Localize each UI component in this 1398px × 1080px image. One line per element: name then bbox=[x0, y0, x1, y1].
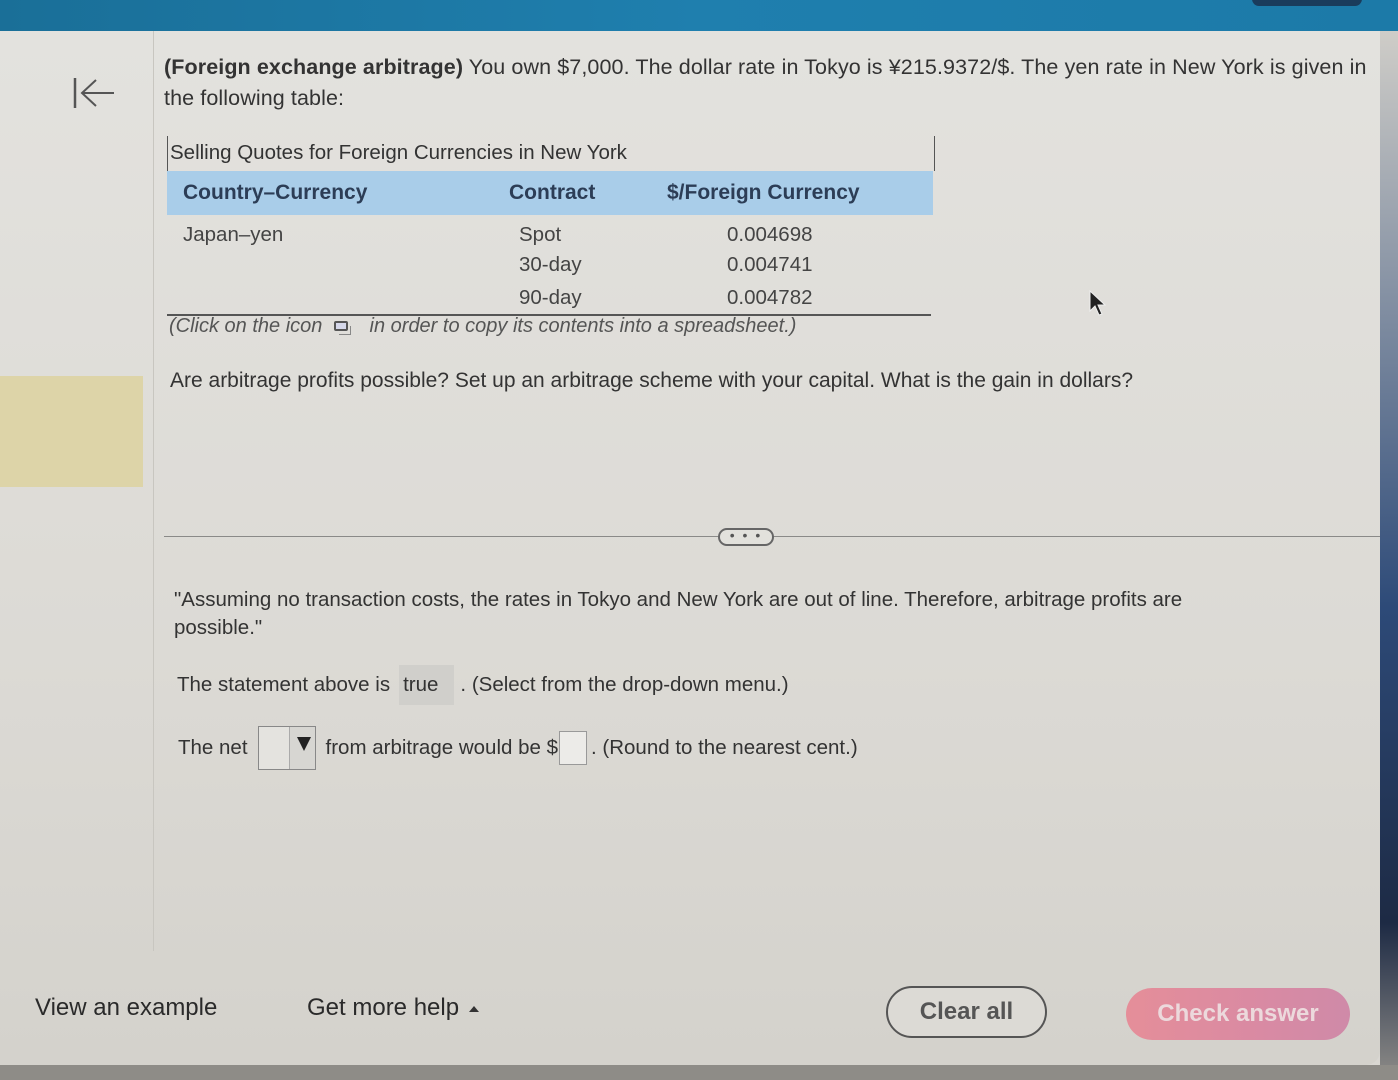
answer-statement-quote: "Assuming no transaction costs, the rate… bbox=[174, 588, 1183, 639]
copy-note-text: in order to copy its contents into a spr… bbox=[369, 315, 797, 337]
true-false-dropdown[interactable]: true bbox=[399, 665, 455, 705]
quotes-table: Selling Quotes for Foreign Currencies in… bbox=[167, 136, 935, 316]
copy-note: (Click on the icon in order to copy its … bbox=[169, 315, 796, 338]
expand-more-button[interactable]: • • • bbox=[718, 528, 774, 546]
table-cell bbox=[167, 248, 497, 281]
top-bar bbox=[0, 0, 1398, 31]
column-header: Country–Currency bbox=[183, 181, 368, 204]
table-row: 30-day 0.004741 bbox=[167, 248, 933, 281]
screen-edge-background bbox=[1380, 31, 1398, 1080]
table-cell: Spot bbox=[519, 222, 562, 246]
screen-bottom-edge bbox=[0, 1065, 1398, 1080]
table-cell: 0.004741 bbox=[727, 252, 813, 276]
dropdown-toggle[interactable] bbox=[288, 727, 315, 769]
clear-all-button[interactable]: Clear all bbox=[886, 986, 1047, 1038]
gain-loss-dropdown[interactable] bbox=[257, 726, 316, 770]
question-text: Are arbitrage profits possible? Set up a… bbox=[170, 369, 1134, 392]
collapse-left-arrow-icon[interactable] bbox=[72, 75, 116, 111]
net-middle-text: from arbitrage would be $ bbox=[325, 736, 558, 759]
statement-label: The statement above is bbox=[177, 673, 391, 696]
table-cell: 30-day bbox=[519, 252, 582, 276]
problem-intro: (Foreign exchange arbitrage) You own $7,… bbox=[164, 52, 1374, 114]
left-sidebar bbox=[0, 31, 146, 951]
current-question-highlight bbox=[0, 376, 143, 487]
sidebar-divider bbox=[153, 31, 154, 951]
table-row: Japan–yen Spot 0.004698 bbox=[167, 215, 933, 248]
dropdown-arrow-icon bbox=[296, 737, 311, 751]
statement-hint: . (Select from the drop-down menu.) bbox=[460, 673, 789, 696]
net-label: The net bbox=[178, 736, 248, 759]
table-header-row: Country–Currency Contract $/Foreign Curr… bbox=[167, 171, 933, 215]
check-answer-button[interactable]: Check answer bbox=[1126, 988, 1350, 1040]
mouse-cursor-icon bbox=[1089, 289, 1106, 316]
column-header: $/Foreign Currency bbox=[667, 181, 860, 204]
table-cell: 0.004782 bbox=[727, 285, 813, 309]
table-row: 90-day 0.004782 bbox=[167, 281, 933, 314]
copy-note-text: (Click on the icon bbox=[169, 315, 323, 337]
column-header: Contract bbox=[509, 181, 596, 204]
get-more-help-label: Get more help bbox=[307, 994, 460, 1021]
net-hint: . (Round to the nearest cent.) bbox=[591, 736, 858, 759]
table-cell: Japan–yen bbox=[183, 222, 284, 246]
table-cell bbox=[167, 281, 497, 314]
problem-title: (Foreign exchange arbitrage) bbox=[164, 55, 464, 79]
net-amount-input[interactable] bbox=[559, 731, 587, 765]
net-gain-row: The net from arbitrage would be $ . (Rou… bbox=[178, 726, 858, 770]
copy-to-spreadsheet-icon[interactable] bbox=[332, 319, 354, 335]
question-panel: (Foreign exchange arbitrage) You own $7,… bbox=[0, 31, 1380, 1065]
view-example-link[interactable]: View an example bbox=[35, 994, 217, 1022]
caret-up-icon bbox=[469, 1005, 480, 1012]
top-right-control[interactable] bbox=[1252, 0, 1362, 6]
table-cell: 0.004698 bbox=[727, 222, 813, 246]
table-cell: 90-day bbox=[519, 285, 582, 309]
table-caption: Selling Quotes for Foreign Currencies in… bbox=[167, 136, 935, 171]
statement-row: The statement above is true . (Select fr… bbox=[177, 665, 789, 705]
get-more-help-link[interactable]: Get more help bbox=[307, 994, 480, 1022]
